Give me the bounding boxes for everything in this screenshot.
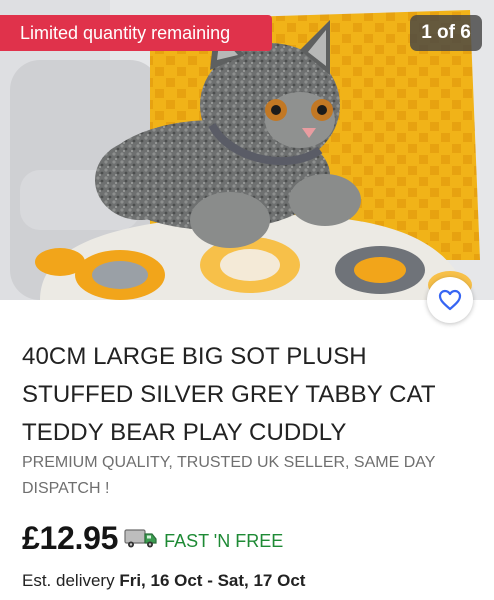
product-image-gallery[interactable]: Limited quantity remaining 1 of 6: [0, 0, 494, 300]
listing-subtitle: PREMIUM QUALITY, TRUSTED UK SELLER, SAME…: [22, 454, 436, 497]
price: £12.95: [22, 519, 119, 556]
delivery-dates: Fri, 16 Oct - Sat, 17 Oct: [119, 571, 306, 590]
heart-outline-icon: [438, 289, 462, 311]
limited-quantity-badge: Limited quantity remaining: [0, 15, 272, 51]
delivery-label: Est. delivery: [22, 571, 115, 590]
image-counter: 1 of 6: [410, 15, 482, 51]
watch-button[interactable]: [427, 277, 473, 323]
estimated-delivery: Est. delivery Fri, 16 Oct - Sat, 17 Oct: [22, 570, 305, 592]
price-row: £12.95 FAST 'N FREE: [22, 516, 283, 560]
delivery-truck-icon: [124, 527, 158, 554]
listing-title[interactable]: 40CM LARGE BIG SOT PLUSH STUFFED SILVER …: [22, 338, 482, 452]
shipping-label: FAST 'N FREE: [164, 530, 284, 551]
